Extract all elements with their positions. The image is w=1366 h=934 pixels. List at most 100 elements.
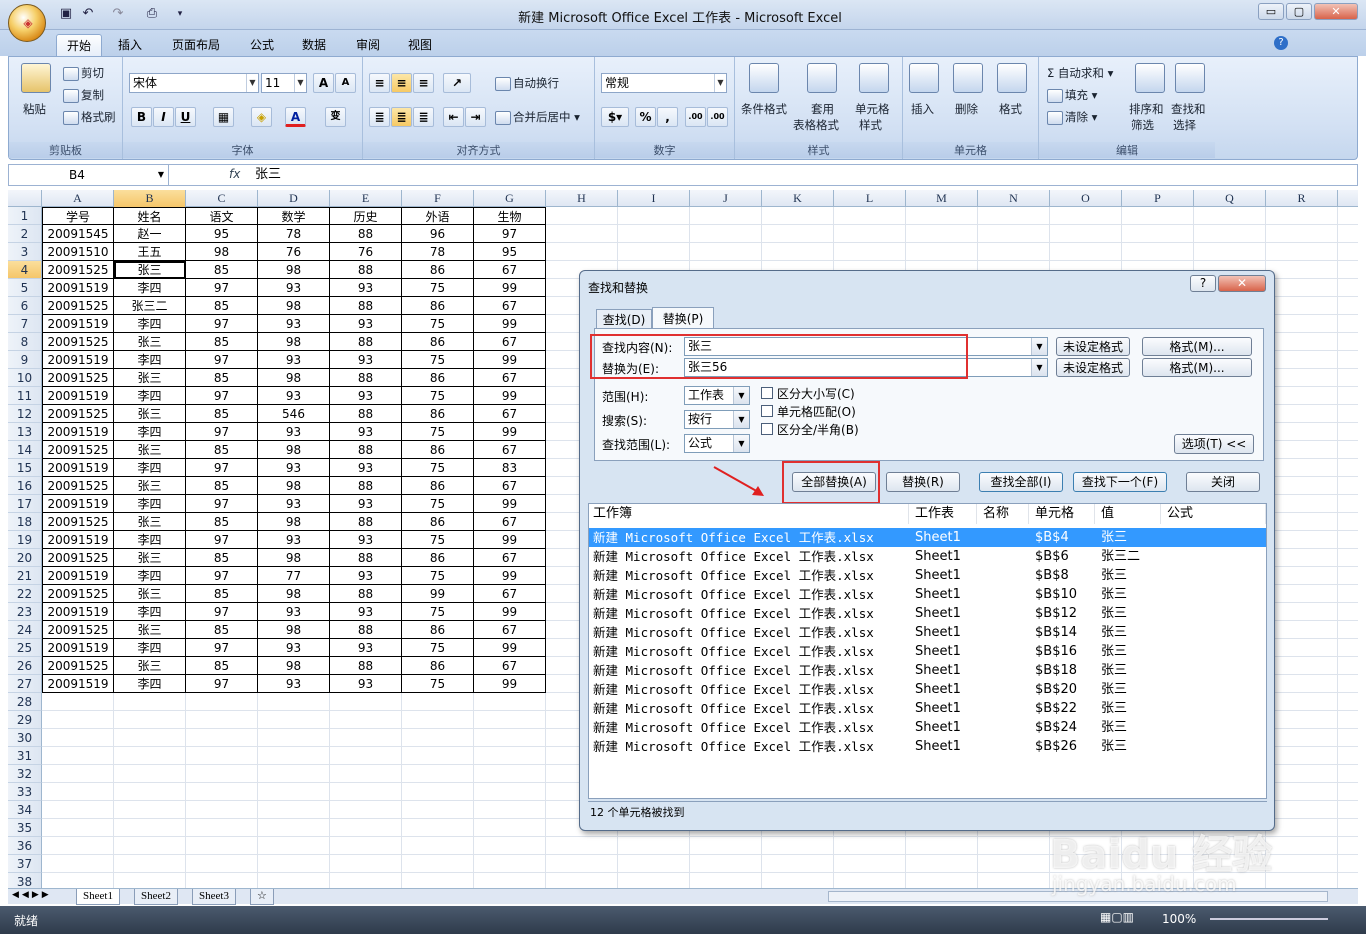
row-header[interactable]: 29 bbox=[8, 711, 42, 729]
table-cell[interactable]: 语文 bbox=[186, 207, 258, 225]
table-cell[interactable]: 86 bbox=[402, 549, 474, 567]
customize-toolbar-icon[interactable]: ▾ bbox=[172, 6, 188, 22]
table-cell[interactable]: 20091525 bbox=[42, 369, 114, 387]
result-row[interactable]: 新建 Microsoft Office Excel 工作表.xlsx Sheet1… bbox=[589, 528, 1266, 547]
table-cell[interactable]: 93 bbox=[258, 351, 330, 369]
table-cell[interactable]: 97 bbox=[186, 603, 258, 621]
fill-color-icon[interactable]: ◈ bbox=[251, 107, 272, 127]
autosum-button[interactable]: Σ 自动求和 ▾ bbox=[1047, 65, 1113, 81]
table-cell[interactable]: 93 bbox=[258, 423, 330, 441]
phonetic-button[interactable]: 变 bbox=[325, 107, 346, 127]
decrease-decimal-button[interactable]: .00 bbox=[707, 107, 728, 127]
table-cell[interactable]: 67 bbox=[474, 549, 546, 567]
column-header[interactable]: O bbox=[1050, 190, 1122, 207]
table-cell[interactable]: 88 bbox=[330, 657, 402, 675]
maximize-button[interactable]: ▢ bbox=[1286, 3, 1312, 20]
format-as-table-label1[interactable]: 套用 bbox=[811, 101, 834, 117]
save-icon[interactable]: ▣ bbox=[58, 6, 74, 22]
results-header-cell[interactable]: 单元格 bbox=[1031, 504, 1095, 524]
row-header[interactable]: 18 bbox=[8, 513, 42, 531]
table-cell[interactable]: 67 bbox=[474, 657, 546, 675]
format-as-table-label2[interactable]: 表格格式 bbox=[793, 117, 839, 133]
table-cell[interactable]: 76 bbox=[330, 243, 402, 261]
table-cell[interactable]: 李四 bbox=[114, 639, 186, 657]
sheet-nav-arrows-icon[interactable]: ◀◀▶▶ bbox=[12, 890, 52, 900]
results-header-value[interactable]: 值 bbox=[1097, 504, 1161, 524]
table-format-icon[interactable] bbox=[807, 63, 837, 93]
table-cell[interactable]: 67 bbox=[474, 333, 546, 351]
currency-icon[interactable]: $▾ bbox=[601, 107, 629, 127]
table-cell[interactable]: 98 bbox=[258, 297, 330, 315]
column-header[interactable]: A bbox=[42, 190, 114, 207]
table-cell[interactable]: 88 bbox=[330, 549, 402, 567]
table-cell[interactable]: 张三 bbox=[114, 621, 186, 639]
table-cell[interactable]: 张三 bbox=[114, 369, 186, 387]
number-format-select[interactable]: 常规 ▼ bbox=[601, 73, 727, 93]
tab-formulas[interactable]: 公式 bbox=[240, 34, 284, 56]
table-cell[interactable]: 20091519 bbox=[42, 387, 114, 405]
table-cell[interactable]: 20091510 bbox=[42, 243, 114, 261]
row-header[interactable]: 5 bbox=[8, 279, 42, 297]
sort-filter-icon[interactable] bbox=[1135, 63, 1165, 93]
column-header[interactable]: C bbox=[186, 190, 258, 207]
row-header[interactable]: 12 bbox=[8, 405, 42, 423]
table-cell[interactable]: 85 bbox=[186, 261, 258, 279]
table-cell[interactable]: 20091525 bbox=[42, 513, 114, 531]
cut-button[interactable]: 剪切 bbox=[63, 65, 104, 81]
zoom-slider[interactable] bbox=[1210, 918, 1328, 920]
table-cell[interactable]: 88 bbox=[330, 585, 402, 603]
replace-button[interactable]: 替换(R) bbox=[886, 472, 960, 492]
table-cell[interactable]: 20091519 bbox=[42, 567, 114, 585]
column-header[interactable]: R bbox=[1266, 190, 1338, 207]
table-cell[interactable]: 97 bbox=[186, 459, 258, 477]
decrease-indent-icon[interactable]: ⇤ bbox=[443, 107, 464, 127]
tab-replace[interactable]: 替换(P) bbox=[652, 307, 714, 329]
table-cell[interactable]: 86 bbox=[402, 297, 474, 315]
table-cell[interactable]: 93 bbox=[330, 351, 402, 369]
align-right-icon[interactable]: ≣ bbox=[413, 107, 434, 127]
format-painter-button[interactable]: 格式刷 bbox=[63, 109, 116, 125]
table-cell[interactable]: 99 bbox=[474, 603, 546, 621]
table-cell[interactable]: 20091519 bbox=[42, 315, 114, 333]
formula-input[interactable]: 张三 bbox=[255, 165, 281, 185]
table-cell[interactable]: 99 bbox=[402, 585, 474, 603]
row-header[interactable]: 35 bbox=[8, 819, 42, 837]
table-cell[interactable]: 86 bbox=[402, 369, 474, 387]
font-color-button[interactable]: A bbox=[285, 107, 306, 127]
dialog-close-icon[interactable]: ✕ bbox=[1218, 275, 1266, 292]
table-cell[interactable]: 93 bbox=[258, 495, 330, 513]
table-cell[interactable]: 75 bbox=[402, 387, 474, 405]
shrink-font-button[interactable]: A bbox=[335, 73, 356, 93]
table-cell[interactable]: 75 bbox=[402, 639, 474, 657]
row-header[interactable]: 34 bbox=[8, 801, 42, 819]
row-header[interactable]: 33 bbox=[8, 783, 42, 801]
table-cell[interactable]: 20091519 bbox=[42, 603, 114, 621]
results-header-book[interactable]: 工作簿 bbox=[589, 504, 909, 524]
row-header[interactable]: 10 bbox=[8, 369, 42, 387]
result-row[interactable]: 新建 Microsoft Office Excel 工作表.xlsx Sheet1… bbox=[589, 566, 1266, 585]
paste-icon[interactable] bbox=[21, 63, 51, 93]
row-header[interactable]: 8 bbox=[8, 333, 42, 351]
table-cell[interactable]: 20091525 bbox=[42, 441, 114, 459]
row-header[interactable]: 17 bbox=[8, 495, 42, 513]
table-cell[interactable]: 75 bbox=[402, 279, 474, 297]
table-cell[interactable]: 93 bbox=[258, 315, 330, 333]
undo-icon[interactable]: ↶ bbox=[80, 6, 96, 22]
table-cell[interactable]: 93 bbox=[330, 315, 402, 333]
column-header[interactable]: N bbox=[978, 190, 1050, 207]
table-cell[interactable]: 85 bbox=[186, 477, 258, 495]
sheet-tab-1[interactable]: Sheet1 bbox=[76, 889, 120, 905]
table-cell[interactable]: 20091525 bbox=[42, 657, 114, 675]
name-box[interactable]: B4 ▼ bbox=[9, 165, 169, 185]
table-cell[interactable]: 93 bbox=[258, 279, 330, 297]
table-cell[interactable]: 20091525 bbox=[42, 477, 114, 495]
table-cell[interactable]: 李四 bbox=[114, 495, 186, 513]
table-cell[interactable]: 99 bbox=[474, 639, 546, 657]
result-row[interactable]: 新建 Microsoft Office Excel 工作表.xlsx Sheet1… bbox=[589, 585, 1266, 604]
row-header[interactable]: 19 bbox=[8, 531, 42, 549]
align-left-icon[interactable]: ≣ bbox=[369, 107, 390, 127]
row-header[interactable]: 13 bbox=[8, 423, 42, 441]
table-cell[interactable]: 93 bbox=[330, 495, 402, 513]
insert-sheet-icon[interactable]: ☆ bbox=[250, 889, 274, 905]
table-cell[interactable]: 历史 bbox=[330, 207, 402, 225]
